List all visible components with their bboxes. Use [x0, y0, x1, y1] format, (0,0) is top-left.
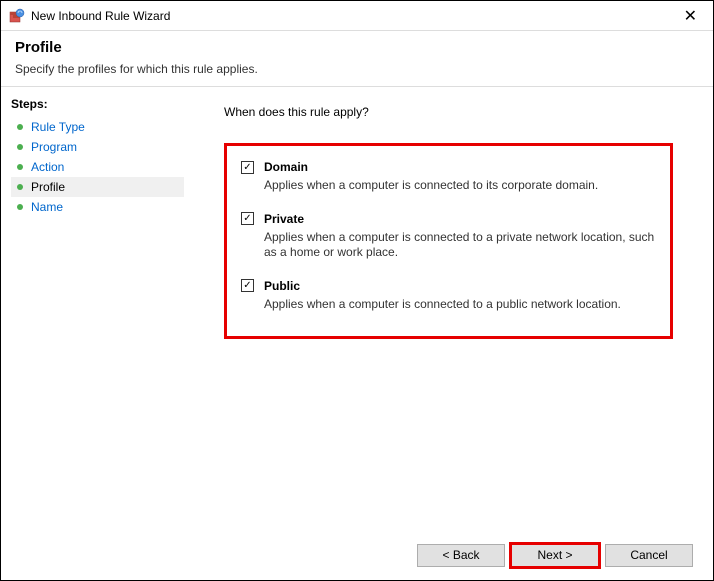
- cancel-button[interactable]: Cancel: [605, 544, 693, 567]
- page-subtitle: Specify the profiles for which this rule…: [15, 62, 699, 76]
- option-label: Private: [264, 212, 304, 226]
- step-action[interactable]: Action: [11, 157, 184, 177]
- main-panel: When does this rule apply? ✓ Domain Appl…: [184, 87, 713, 530]
- step-link[interactable]: Action: [31, 160, 64, 174]
- checkbox-domain[interactable]: ✓: [241, 161, 254, 174]
- option-private: ✓ Private Applies when a computer is con…: [241, 212, 656, 261]
- step-dot-icon: [17, 124, 23, 130]
- wizard-window: New Inbound Rule Wizard ✕ Profile Specif…: [0, 0, 714, 581]
- option-desc: Applies when a computer is connected to …: [264, 230, 656, 261]
- back-button[interactable]: < Back: [417, 544, 505, 567]
- step-dot-icon: [17, 144, 23, 150]
- close-icon[interactable]: ✕: [676, 6, 705, 26]
- firewall-icon: [9, 8, 25, 24]
- step-profile[interactable]: Profile: [11, 177, 184, 197]
- option-desc: Applies when a computer is connected to …: [264, 178, 656, 194]
- step-dot-icon: [17, 204, 23, 210]
- wizard-header: Profile Specify the profiles for which t…: [1, 31, 713, 87]
- option-domain: ✓ Domain Applies when a computer is conn…: [241, 160, 656, 194]
- titlebar: New Inbound Rule Wizard ✕: [1, 1, 713, 31]
- options-highlight: ✓ Domain Applies when a computer is conn…: [224, 143, 673, 339]
- step-link[interactable]: Program: [31, 140, 77, 154]
- step-dot-icon: [17, 184, 23, 190]
- option-label: Public: [264, 279, 300, 293]
- checkbox-private[interactable]: ✓: [241, 212, 254, 225]
- step-name[interactable]: Name: [11, 197, 184, 217]
- option-label: Domain: [264, 160, 308, 174]
- step-link[interactable]: Rule Type: [31, 120, 85, 134]
- page-title: Profile: [15, 39, 699, 56]
- step-dot-icon: [17, 164, 23, 170]
- step-rule-type[interactable]: Rule Type: [11, 117, 184, 137]
- steps-sidebar: Steps: Rule Type Program Action Profile …: [1, 87, 184, 530]
- step-link[interactable]: Name: [31, 200, 63, 214]
- checkbox-public[interactable]: ✓: [241, 279, 254, 292]
- question-text: When does this rule apply?: [224, 105, 693, 119]
- next-button[interactable]: Next >: [511, 544, 599, 567]
- wizard-body: Steps: Rule Type Program Action Profile …: [1, 87, 713, 530]
- wizard-footer: < Back Next > Cancel: [1, 530, 713, 580]
- step-label: Profile: [31, 180, 65, 194]
- window-title: New Inbound Rule Wizard: [31, 9, 676, 23]
- option-public: ✓ Public Applies when a computer is conn…: [241, 279, 656, 313]
- step-program[interactable]: Program: [11, 137, 184, 157]
- steps-title: Steps:: [11, 97, 184, 111]
- option-desc: Applies when a computer is connected to …: [264, 297, 656, 313]
